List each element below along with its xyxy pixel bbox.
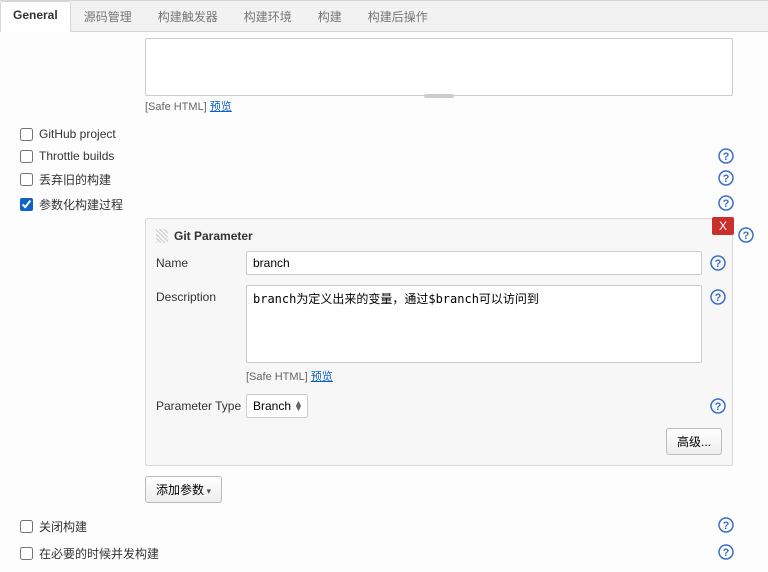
safe-html-note: [Safe HTML] 预览 [145, 98, 733, 114]
label-github-project: GitHub project [39, 127, 116, 141]
help-icon[interactable]: ? [718, 148, 734, 164]
drag-handle[interactable] [156, 229, 168, 243]
tab-post[interactable]: 构建后操作 [355, 1, 441, 31]
advanced-button-panel[interactable]: 高级... [666, 428, 722, 455]
tab-env[interactable]: 构建环境 [231, 1, 305, 31]
label-disable-build: 关闭构建 [39, 518, 87, 535]
help-icon[interactable]: ? [710, 255, 726, 271]
general-options: GitHub project Throttle builds ? 丢弃旧的构建 … [20, 124, 748, 216]
git-parameter-panel: X ? Git Parameter Name ? Description [Sa… [145, 218, 733, 466]
help-icon[interactable]: ? [718, 544, 734, 560]
preview-link[interactable]: 预览 [210, 101, 232, 113]
name-label: Name [156, 251, 246, 270]
description-textarea[interactable] [145, 38, 733, 96]
checkbox-github-project[interactable] [20, 128, 33, 141]
checkbox-throttle-builds[interactable] [20, 150, 33, 163]
label-throttle-builds: Throttle builds [39, 149, 114, 163]
checkbox-concurrent[interactable] [20, 547, 33, 560]
help-icon[interactable]: ? [710, 398, 726, 414]
svg-text:?: ? [723, 520, 730, 532]
tab-general[interactable]: General [0, 1, 71, 32]
help-icon[interactable]: ? [718, 517, 734, 533]
tab-scm[interactable]: 源码管理 [71, 1, 145, 31]
svg-text:?: ? [715, 258, 722, 270]
config-tabs: General 源码管理 构建触发器 构建环境 构建 构建后操作 [0, 1, 768, 32]
add-parameter-button[interactable]: 添加参数 [145, 476, 222, 503]
checkbox-param-build[interactable] [20, 198, 33, 211]
svg-text:?: ? [723, 547, 730, 559]
safe-html-note-desc: [Safe HTML] 预览 [246, 368, 702, 384]
parameter-type-label: Parameter Type [156, 394, 246, 413]
label-discard-old: 丢弃旧的构建 [39, 171, 111, 188]
help-icon[interactable]: ? [710, 289, 726, 305]
svg-text:?: ? [715, 401, 722, 413]
label-param-build: 参数化构建过程 [39, 196, 123, 213]
svg-text:?: ? [723, 173, 730, 185]
preview-link-desc[interactable]: 预览 [311, 371, 333, 383]
svg-text:?: ? [743, 230, 750, 242]
help-icon[interactable]: ? [718, 170, 734, 186]
panel-title: Git Parameter [174, 229, 253, 243]
description-label: Description [156, 285, 246, 304]
help-icon[interactable]: ? [738, 227, 754, 243]
checkbox-discard-old[interactable] [20, 173, 33, 186]
general-options-2: 关闭构建 ? 在必要的时候并发构建 ? [20, 515, 748, 565]
label-concurrent: 在必要的时候并发构建 [39, 545, 159, 562]
description-textarea[interactable] [246, 285, 702, 363]
svg-text:?: ? [723, 198, 730, 210]
svg-text:?: ? [715, 292, 722, 304]
close-button[interactable]: X [712, 217, 734, 235]
parameter-type-select[interactable]: Branch [251, 397, 304, 415]
name-input[interactable] [246, 251, 702, 275]
checkbox-disable-build[interactable] [20, 520, 33, 533]
tab-triggers[interactable]: 构建触发器 [145, 1, 231, 31]
help-icon[interactable]: ? [718, 195, 734, 211]
svg-text:?: ? [723, 151, 730, 163]
resize-handle[interactable] [424, 94, 454, 98]
tab-build[interactable]: 构建 [305, 1, 355, 31]
